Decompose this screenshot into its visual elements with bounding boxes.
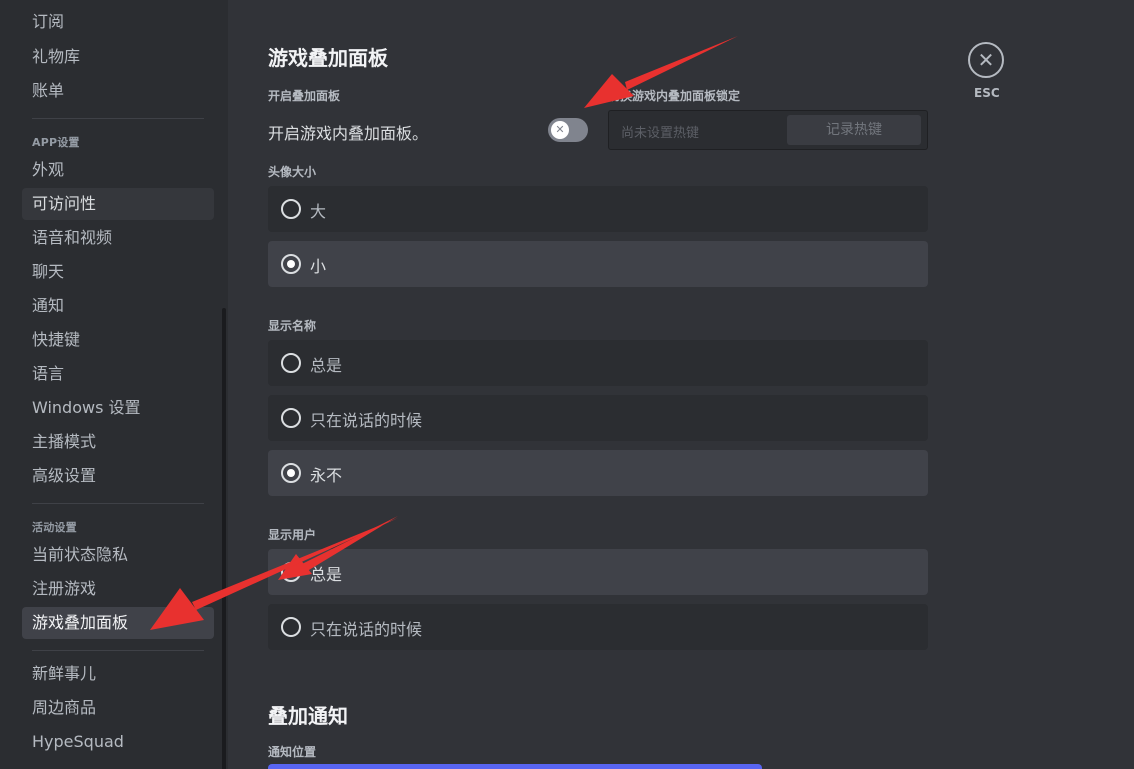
radio-option-names-speaking[interactable]: 只在说话的时候 xyxy=(268,395,928,441)
display-names-label: 显示名称 xyxy=(268,319,317,333)
sidebar-item-keybinds[interactable]: 快捷键 xyxy=(22,324,214,356)
sidebar-item-voice-video[interactable]: 语音和视频 xyxy=(22,222,214,254)
sidebar-section-app-settings: APP设置 xyxy=(32,136,80,149)
sidebar-item-registered-games[interactable]: 注册游戏 xyxy=(22,573,214,605)
sidebar-divider xyxy=(32,650,204,651)
radio-option-users-always[interactable]: 总是 xyxy=(268,549,928,595)
sidebar-item-appearance[interactable]: 外观 xyxy=(22,154,214,186)
sidebar-item-advanced[interactable]: 高级设置 xyxy=(22,460,214,492)
keybind-placeholder[interactable]: 尚未设置热键 xyxy=(621,122,699,141)
radio-checked-icon xyxy=(281,562,301,582)
radio-option-names-never[interactable]: 永不 xyxy=(268,450,928,496)
radio-option-label: 只在说话的时候 xyxy=(310,411,423,430)
radio-icon xyxy=(281,353,301,373)
sidebar-item-chat[interactable]: 聊天 xyxy=(22,256,214,288)
radio-icon xyxy=(281,408,301,428)
radio-option-users-speaking[interactable]: 只在说话的时候 xyxy=(268,604,928,650)
sidebar-scrollbar[interactable] xyxy=(222,308,226,769)
radio-option-avatar-small[interactable]: 小 xyxy=(268,241,928,287)
radio-option-names-always[interactable]: 总是 xyxy=(268,340,928,386)
record-keybind-button[interactable]: 记录热键 xyxy=(787,115,921,145)
esc-label: ESC xyxy=(974,86,1000,100)
sidebar-item-billing[interactable]: 账单 xyxy=(22,75,214,107)
enable-overlay-description: 开启游戏内叠加面板。 xyxy=(268,124,429,143)
page-title: 游戏叠加面板 xyxy=(268,46,388,70)
radio-option-avatar-large[interactable]: 大 xyxy=(268,186,928,232)
radio-option-label: 只在说话的时候 xyxy=(310,620,423,639)
sidebar-item-windows-settings[interactable]: Windows 设置 xyxy=(22,392,214,424)
sidebar-divider xyxy=(32,118,204,119)
radio-option-label: 大 xyxy=(310,202,327,221)
radio-icon xyxy=(281,199,301,219)
sidebar-item-game-overlay[interactable]: 游戏叠加面板 xyxy=(22,607,214,639)
settings-sidebar: 订阅 礼物库 账单 APP设置 外观 可访问性 语音和视频 聊天 通知 快捷键 … xyxy=(0,0,228,769)
sidebar-item-merch[interactable]: 周边商品 xyxy=(22,692,214,724)
notification-position-label: 通知位置 xyxy=(268,745,317,759)
close-icon: ✕ xyxy=(977,48,995,72)
radio-option-label: 总是 xyxy=(310,356,343,375)
toggle-lock-label: 切换游戏内叠加面板锁定 xyxy=(608,89,741,103)
sidebar-section-activity-settings: 活动设置 xyxy=(32,521,77,534)
radio-option-label: 永不 xyxy=(310,466,343,485)
notification-position-selector[interactable] xyxy=(268,764,762,769)
sidebar-item-streamer-mode[interactable]: 主播模式 xyxy=(22,426,214,458)
keybind-recorder: 尚未设置热键 记录热键 xyxy=(608,110,928,150)
sidebar-item-accessibility[interactable]: 可访问性 xyxy=(22,188,214,220)
sidebar-divider xyxy=(32,503,204,504)
sidebar-item-whats-new[interactable]: 新鲜事儿 xyxy=(22,658,214,690)
radio-option-label: 总是 xyxy=(310,565,343,584)
radio-icon xyxy=(281,617,301,637)
overlay-notifications-title: 叠加通知 xyxy=(268,704,348,728)
radio-checked-icon xyxy=(281,254,301,274)
sidebar-item-subscriptions[interactable]: 订阅 xyxy=(22,6,214,38)
settings-window: 订阅 礼物库 账单 APP设置 外观 可访问性 语音和视频 聊天 通知 快捷键 … xyxy=(0,0,1134,769)
sidebar-item-notifications[interactable]: 通知 xyxy=(22,290,214,322)
sidebar-item-language[interactable]: 语言 xyxy=(22,358,214,390)
display-users-label: 显示用户 xyxy=(268,528,317,542)
sidebar-item-gift-inventory[interactable]: 礼物库 xyxy=(22,41,214,73)
avatar-size-label: 头像大小 xyxy=(268,165,317,179)
radio-option-label: 小 xyxy=(310,257,327,276)
settings-content: 游戏叠加面板 开启叠加面板 开启游戏内叠加面板。 ✕ 切换游戏内叠加面板锁定 尚… xyxy=(228,0,1134,769)
sidebar-item-hypesquad[interactable]: HypeSquad xyxy=(22,726,214,758)
radio-checked-icon xyxy=(281,463,301,483)
enable-overlay-label: 开启叠加面板 xyxy=(268,89,341,103)
toggle-off-icon: ✕ xyxy=(551,121,569,139)
enable-overlay-toggle[interactable]: ✕ xyxy=(548,118,588,142)
close-button[interactable]: ✕ xyxy=(968,42,1004,78)
sidebar-item-activity-privacy[interactable]: 当前状态隐私 xyxy=(22,539,214,571)
